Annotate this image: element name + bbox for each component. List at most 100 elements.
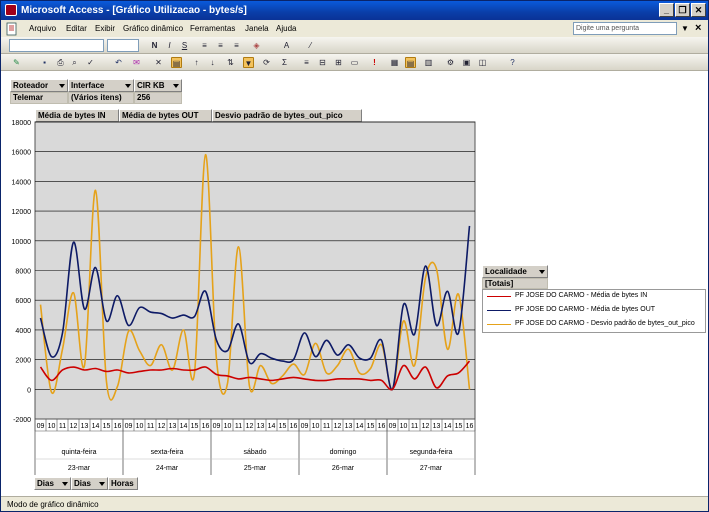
axis-field-dias-2[interactable]: Dias [71,477,108,490]
day-date-label: 23-mar [68,465,91,472]
menu-janela[interactable]: Janela [245,20,269,37]
x-tick-label: 14 [268,423,276,430]
print-preview-icon[interactable]: ⌕ [69,57,80,68]
drop-zones-icon[interactable]: ! [369,57,380,68]
ask-question-input[interactable]: Digite uma pergunta [573,22,677,35]
chevron-down-icon [62,482,68,486]
align-right-icon[interactable]: ≡ [231,40,242,51]
x-tick-label: 12 [158,423,166,430]
axis-field-dias-2-label: Dias [74,479,91,488]
field-list-icon[interactable]: ▤ [171,57,182,68]
axis-field-horas[interactable]: Horas [108,477,138,490]
subtotal-icon[interactable]: ≡ [301,57,312,68]
italic-icon[interactable]: I [164,40,175,51]
font-color-icon[interactable]: A [281,40,292,51]
x-tick-label: 09 [37,423,45,430]
align-center-icon[interactable]: ≡ [215,40,226,51]
legend-localidade-button[interactable]: Localidade [482,265,548,278]
collapse-icon[interactable]: ⊟ [317,57,328,68]
view-icon[interactable]: ✎ [11,57,22,68]
bold-icon[interactable]: N [149,40,160,51]
align-left-icon[interactable]: ≡ [199,40,210,51]
axis-field-dias-1[interactable]: Dias [34,477,71,490]
database-window-icon[interactable]: ▣ [461,57,472,68]
sort-asc-icon[interactable]: ↑ [191,57,202,68]
x-tick-label: 11 [59,423,66,430]
x-tick-label: 16 [378,423,386,430]
day-date-label: 24-mar [156,465,179,472]
font-name-combo[interactable] [9,39,104,52]
close-button[interactable]: ✕ [691,3,706,17]
refresh-icon[interactable]: ⟳ [261,57,272,68]
undo-icon[interactable]: ↶ [113,57,124,68]
x-tick-label: 13 [169,423,177,430]
x-tick-label: 15 [103,423,111,430]
print-icon[interactable]: ⎙ [55,57,66,68]
save-icon[interactable]: ▪ [39,57,50,68]
fill-color-icon[interactable]: ◈ [251,40,262,51]
x-tick-label: 14 [180,423,188,430]
x-tick-label: 13 [345,423,353,430]
x-tick-label: 10 [224,423,232,430]
doc-icon[interactable] [5,20,27,37]
font-size-combo[interactable] [107,39,139,52]
doc-close-button[interactable]: × [695,20,701,37]
chevron-down-icon [99,482,105,486]
multiple-plots-icon[interactable]: ▦ [389,57,400,68]
y-tick-label: -2000 [13,417,31,424]
x-tick-label: 10 [400,423,408,430]
y-tick-label: 10000 [12,239,32,246]
help-icon[interactable]: ? [507,57,518,68]
sort-desc-icon[interactable]: ↓ [207,57,218,68]
x-tick-label: 12 [70,423,78,430]
menu-exibir[interactable]: Exibir [95,20,115,37]
legend-swatch-out [487,310,511,311]
legend-totals: [Totais] [482,278,548,289]
y-tick-label: 6000 [15,298,31,305]
legend-localidade-label: Localidade [485,267,527,276]
chart-type-icon[interactable]: ▥ [423,57,434,68]
x-tick-label: 13 [433,423,441,430]
day-date-label: 26-mar [332,465,355,472]
show-top-icon[interactable]: ⇅ [225,57,236,68]
status-bar: Modo de gráfico dinâmico [1,496,708,511]
x-tick-label: 11 [323,423,330,430]
y-tick-label: 8000 [15,269,31,276]
minimize-button[interactable]: _ [659,3,674,17]
x-tick-label: 16 [114,423,122,430]
restore-button[interactable]: ❐ [675,3,690,17]
export-icon[interactable]: ✉ [131,57,142,68]
legend-swatch-in [487,296,511,297]
menu-ajuda[interactable]: Ajuda [276,20,296,37]
line-color-icon[interactable]: ⁄ [305,40,316,51]
x-tick-label: 09 [213,423,221,430]
expand-icon[interactable]: ⊞ [333,57,344,68]
menu-ferramentas[interactable]: Ferramentas [190,20,235,37]
x-tick-label: 10 [312,423,320,430]
day-weekday-label: segunda-feira [410,449,453,456]
autofilter-icon[interactable]: ▼ [243,57,254,68]
menu-grafico-dinamico[interactable]: Gráfico dinâmico [123,20,183,37]
day-weekday-label: sábado [244,449,267,456]
pivot-chart-area: Roteador Interface CIR KB Telemar (Vário… [1,72,708,496]
group-icon[interactable]: ▭ [349,57,360,68]
ask-dropdown-arrow-icon[interactable]: ▼ [681,20,689,37]
x-tick-label: 14 [356,423,364,430]
underline-icon[interactable]: S [179,40,190,51]
menu-editar[interactable]: Editar [66,20,87,37]
autocalc-icon[interactable]: Σ [279,57,290,68]
y-tick-label: 2000 [15,358,31,365]
new-object-icon[interactable]: ◫ [477,57,488,68]
menu-arquivo[interactable]: Arquivo [29,20,56,37]
properties-icon[interactable]: ⚙ [445,57,456,68]
legend-icon[interactable]: ▤ [405,57,416,68]
formatting-toolbar: N I S ≡ ≡ ≡ ◈ A ⁄ [1,37,708,54]
x-tick-label: 15 [191,423,199,430]
day-weekday-label: sexta-feira [151,449,184,456]
x-tick-label: 12 [334,423,342,430]
y-tick-label: 14000 [12,179,32,186]
x-tick-label: 15 [279,423,287,430]
status-text: Modo de gráfico dinâmico [7,500,99,509]
spelling-icon[interactable]: ✓ [85,57,96,68]
delete-icon[interactable]: ✕ [153,57,164,68]
